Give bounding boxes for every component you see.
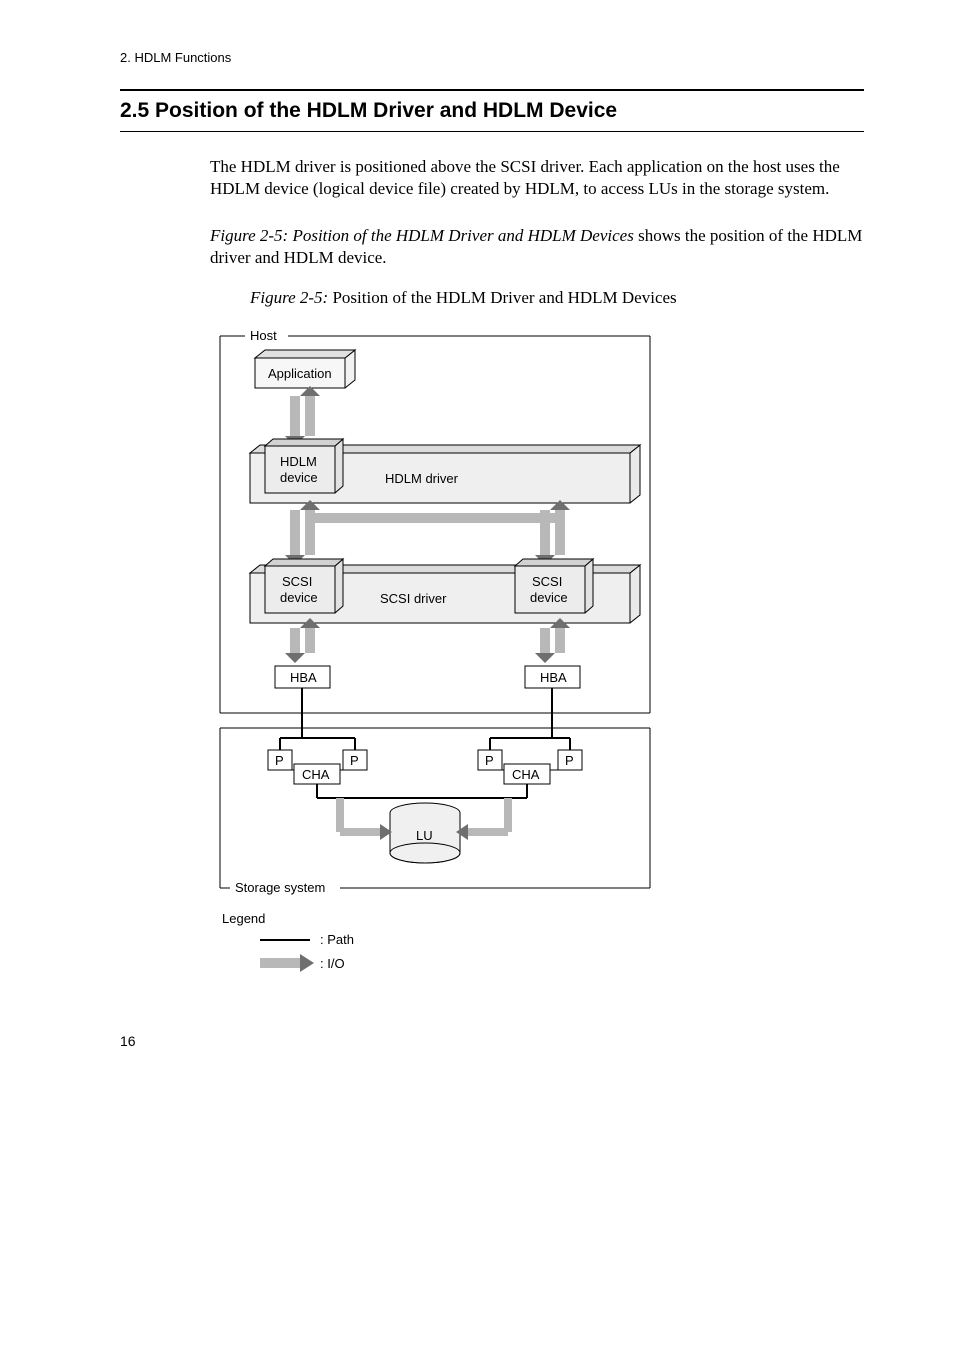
io-arrow-scsi-hba-right [535, 618, 570, 663]
host-label: Host [250, 328, 277, 343]
scsi-device-left-box: SCSI device [265, 559, 343, 613]
svg-text:P: P [485, 753, 494, 768]
p-port-3: P [478, 750, 502, 770]
application-box: Application [255, 350, 355, 388]
io-arrow-cha-lu-left [340, 798, 392, 840]
figure-caption-id: Figure 2-5: [250, 288, 328, 307]
cha-left-box: CHA [294, 764, 340, 784]
io-arrow-scsi-hba-left [285, 618, 320, 663]
cha-left-label: CHA [302, 767, 330, 782]
scsi-driver-label: SCSI driver [380, 591, 447, 606]
hdlm-device-box: HDLM device [265, 439, 343, 493]
paragraph-2: Figure 2-5: Position of the HDLM Driver … [210, 225, 864, 270]
hdlm-device-label-1: HDLM [280, 454, 317, 469]
svg-text:P: P [275, 753, 284, 768]
io-arrow-app-hdlm [285, 386, 320, 446]
p-port-2: P [343, 750, 367, 770]
paragraph-1: The HDLM driver is positioned above the … [210, 156, 864, 201]
legend-path-label: : Path [320, 932, 354, 947]
hba-left-box: HBA [275, 666, 330, 688]
cha-right-label: CHA [512, 767, 540, 782]
figure-2-5: Host Application HDLM driver [210, 318, 864, 1003]
application-label: Application [268, 366, 332, 381]
scsi-device-right-label-2: device [530, 590, 568, 605]
hdlm-driver-label: HDLM driver [385, 471, 459, 486]
running-header: 2. HDLM Functions [120, 50, 864, 65]
figure-caption-body: Position of the HDLM Driver and HDLM Dev… [328, 288, 676, 307]
svg-text:P: P [565, 753, 574, 768]
section-heading: 2.5 Position of the HDLM Driver and HDLM… [120, 89, 864, 132]
page-number: 16 [120, 1033, 864, 1049]
scsi-device-right-label-1: SCSI [532, 574, 562, 589]
hba-right-label: HBA [540, 670, 567, 685]
svg-text:P: P [350, 753, 359, 768]
legend-title: Legend [222, 911, 265, 926]
legend-block: Legend : Path : I/O [222, 911, 354, 972]
storage-system-label: Storage system [235, 880, 325, 895]
lu-label: LU [416, 828, 433, 843]
figure-caption: Figure 2-5: Position of the HDLM Driver … [210, 288, 864, 308]
p-port-1: P [268, 750, 292, 770]
figure-reference: Figure 2-5: Position of the HDLM Driver … [210, 226, 634, 245]
io-arrow-hdlm-scsi-left [285, 500, 320, 565]
io-arrow-hdlm-scsi-right [535, 500, 570, 565]
hdlm-device-label-2: device [280, 470, 318, 485]
io-arrow-cha-lu-right [456, 798, 508, 840]
hba-left-label: HBA [290, 670, 317, 685]
scsi-device-left-label-2: device [280, 590, 318, 605]
hba-right-box: HBA [525, 666, 580, 688]
scsi-device-left-label-1: SCSI [282, 574, 312, 589]
lu-cylinder: LU [390, 803, 460, 863]
cha-right-box: CHA [504, 764, 550, 784]
p-port-4: P [558, 750, 582, 770]
legend-io-label: : I/O [320, 956, 345, 971]
scsi-device-right-box: SCSI device [515, 559, 593, 613]
